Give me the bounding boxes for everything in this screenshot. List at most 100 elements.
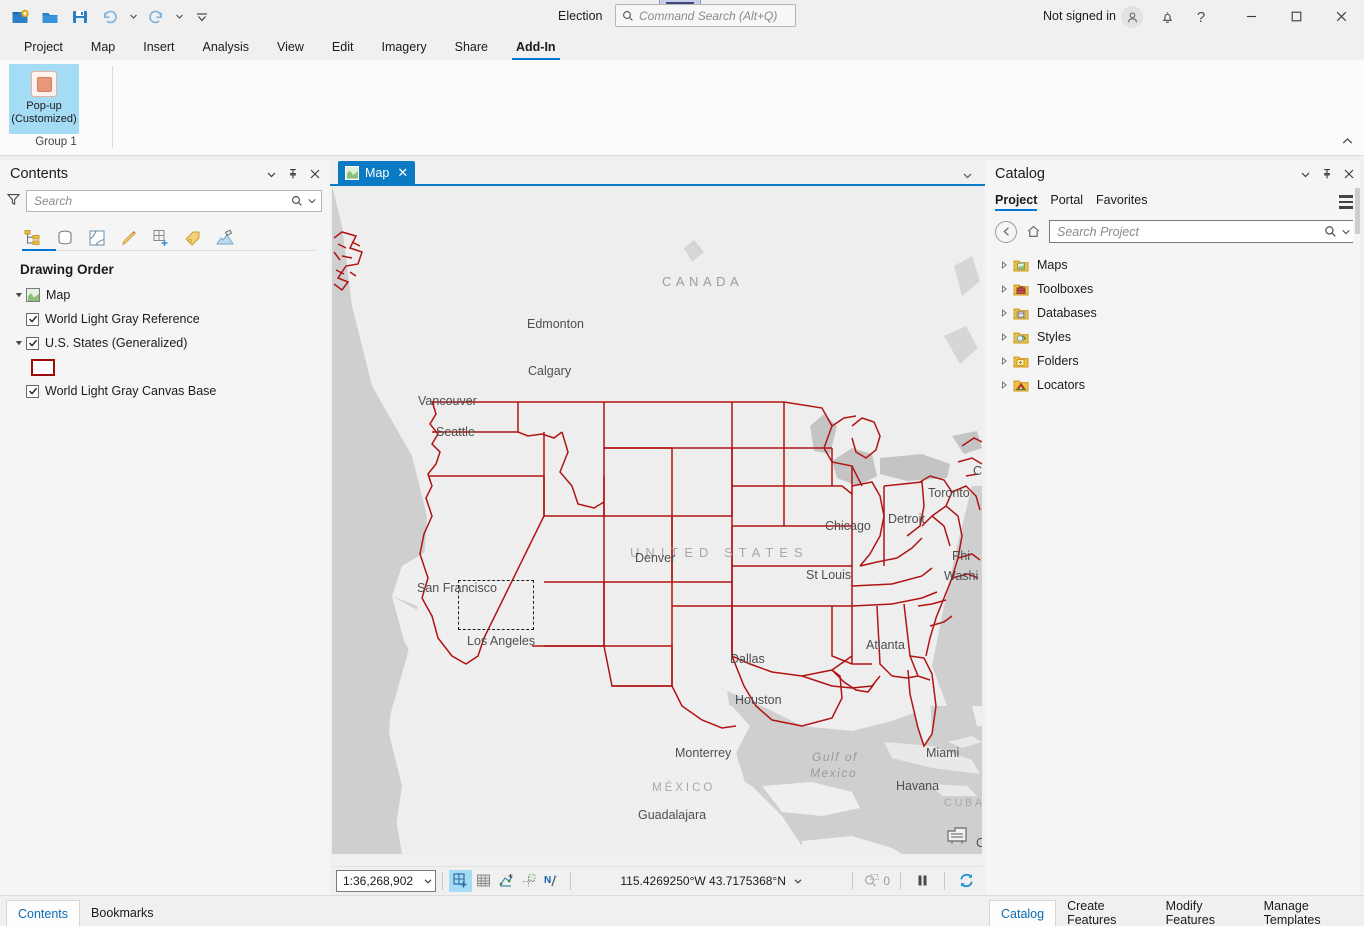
ribbon-tab-imagery[interactable]: Imagery <box>367 35 440 60</box>
redo-dropdown-chevron-icon[interactable] <box>172 4 186 30</box>
map-scale-combobox[interactable]: 1:36,268,902 <box>336 870 436 892</box>
ribbon-tab-add-in[interactable]: Add-In <box>502 35 570 60</box>
close-icon[interactable] <box>1319 0 1364 33</box>
bell-icon[interactable] <box>1154 4 1180 30</box>
home-icon[interactable] <box>1022 221 1044 243</box>
contents-search-input[interactable]: Search <box>26 190 322 212</box>
layer-visibility-checkbox[interactable] <box>26 385 39 398</box>
bottom-tab-modify-features[interactable]: Modify Features <box>1155 900 1253 926</box>
expand-collapse-triangle-icon[interactable] <box>997 381 1011 389</box>
search-icon[interactable] <box>291 195 303 207</box>
symbol-swatch-outline[interactable] <box>31 359 55 376</box>
open-project-icon[interactable] <box>36 4 64 30</box>
snapping-icon[interactable] <box>518 870 541 892</box>
collapse-ribbon-chevron-icon[interactable] <box>1338 132 1356 150</box>
close-icon[interactable] <box>306 165 324 183</box>
selection-count-group[interactable]: 0 <box>863 873 890 889</box>
undo-dropdown-chevron-icon[interactable] <box>126 4 140 30</box>
selection-rectangle[interactable] <box>458 580 534 630</box>
ribbon-tab-analysis[interactable]: Analysis <box>189 35 264 60</box>
expand-collapse-triangle-icon[interactable] <box>997 261 1011 269</box>
map-view-tab[interactable]: Map ✕ <box>338 161 415 184</box>
filter-funnel-icon[interactable] <box>6 192 21 210</box>
catalog-item-maps[interactable]: Maps <box>985 253 1364 277</box>
help-question-icon[interactable]: ? <box>1188 4 1214 30</box>
catalog-tab-project[interactable]: Project <box>995 193 1037 211</box>
edit-vertices-icon[interactable] <box>495 870 518 892</box>
ribbon-tab-share[interactable]: Share <box>441 35 502 60</box>
list-by-editing-icon[interactable] <box>118 226 140 248</box>
ribbon-tab-project[interactable]: Project <box>10 35 77 60</box>
ribbon-tab-edit[interactable]: Edit <box>318 35 368 60</box>
expand-collapse-triangle-icon[interactable] <box>12 339 26 347</box>
panel-menu-chevron-icon[interactable] <box>1296 165 1314 183</box>
pin-icon[interactable] <box>1318 165 1336 183</box>
ribbon-tab-map[interactable]: Map <box>77 35 129 60</box>
toc-item-map[interactable]: Map <box>0 283 330 307</box>
popup-customized-button[interactable]: Pop-up (Customized) <box>9 64 79 134</box>
toc-item-symbol-swatch[interactable] <box>0 355 330 379</box>
bottom-tab-bookmarks[interactable]: Bookmarks <box>80 900 165 926</box>
search-options-chevron-icon[interactable] <box>307 196 317 206</box>
command-search-input[interactable]: Command Search (Alt+Q) <box>615 4 796 27</box>
catalog-item-folders[interactable]: Folders <box>985 349 1364 373</box>
close-icon[interactable]: ✕ <box>397 165 408 181</box>
account-avatar-icon[interactable] <box>1119 4 1145 30</box>
list-by-labeling-icon[interactable] <box>182 226 204 248</box>
catalog-item-databases[interactable]: Databases <box>985 301 1364 325</box>
search-icon[interactable] <box>1324 225 1337 238</box>
new-project-icon[interactable] <box>6 4 34 30</box>
expand-collapse-triangle-icon[interactable] <box>997 285 1011 293</box>
search-options-chevron-icon[interactable] <box>1341 227 1351 237</box>
bottom-tab-catalog[interactable]: Catalog <box>989 900 1056 926</box>
list-by-selection-icon[interactable] <box>86 226 108 248</box>
layer-visibility-checkbox[interactable] <box>26 337 39 350</box>
search-icon <box>622 10 634 22</box>
catalog-item-locators[interactable]: Locators <box>985 373 1364 397</box>
bottom-tab-create-features[interactable]: Create Features <box>1056 900 1155 926</box>
catalog-item-styles[interactable]: Styles <box>985 325 1364 349</box>
toc-item-us-states-generalized[interactable]: U.S. States (Generalized) <box>0 331 330 355</box>
minimize-icon[interactable] <box>1229 0 1274 33</box>
close-icon[interactable] <box>1340 165 1358 183</box>
back-arrow-icon[interactable] <box>995 221 1017 243</box>
toc-item-world-light-gray-reference[interactable]: World Light Gray Reference <box>0 307 330 331</box>
list-by-drawing-order-icon[interactable] <box>22 226 44 248</box>
map-coordinates[interactable]: 115.4269250°W 43.7175368°N <box>577 874 846 888</box>
catalog-search-input[interactable]: Search Project <box>1049 220 1356 243</box>
list-by-data-source-icon[interactable] <box>54 226 76 248</box>
refresh-icon[interactable] <box>955 870 978 892</box>
expand-collapse-triangle-icon[interactable] <box>997 333 1011 341</box>
pause-drawing-icon[interactable] <box>911 870 934 892</box>
save-project-icon[interactable] <box>66 4 94 30</box>
undo-icon[interactable] <box>96 4 124 30</box>
expand-collapse-triangle-icon[interactable] <box>997 357 1011 365</box>
toc-item-world-light-gray-canvas-base[interactable]: World Light Gray Canvas Base <box>0 379 330 403</box>
bottom-tab-contents[interactable]: Contents <box>6 900 80 926</box>
layer-visibility-checkbox[interactable] <box>26 313 39 326</box>
bottom-tab-manage-templates[interactable]: Manage Templates <box>1253 900 1364 926</box>
ribbon-tab-view[interactable]: View <box>263 35 318 60</box>
catalog-tab-favorites[interactable]: Favorites <box>1096 193 1147 211</box>
pin-icon[interactable] <box>284 165 302 183</box>
customize-quick-access-toolbar-icon[interactable] <box>188 4 216 30</box>
attribute-table-icon[interactable] <box>472 870 495 892</box>
map-frame-overview-icon[interactable] <box>944 824 970 846</box>
expand-collapse-triangle-icon[interactable] <box>12 291 26 299</box>
selected-features-icon[interactable] <box>449 870 472 892</box>
maximize-icon[interactable] <box>1274 0 1319 33</box>
svg-text:N: N <box>544 875 551 886</box>
redo-icon[interactable] <box>142 4 170 30</box>
catalog-tab-portal[interactable]: Portal <box>1050 193 1083 211</box>
catalog-item-toolboxes[interactable]: Toolboxes <box>985 277 1364 301</box>
ribbon-tab-insert[interactable]: Insert <box>129 35 188 60</box>
expand-collapse-triangle-icon[interactable] <box>997 309 1011 317</box>
list-by-diagram-icon[interactable] <box>214 226 236 248</box>
map-canvas[interactable]: CANADA UNITED STATES MÉXICO CUBA Gulf of… <box>332 186 982 854</box>
chevron-down-icon[interactable] <box>793 876 803 886</box>
panel-menu-chevron-icon[interactable] <box>262 165 280 183</box>
north-arrow-icon[interactable]: N <box>541 870 564 892</box>
view-list-chevron-icon[interactable] <box>962 170 985 184</box>
chevron-down-icon[interactable] <box>423 876 433 886</box>
list-by-snapping-icon[interactable] <box>150 226 172 248</box>
